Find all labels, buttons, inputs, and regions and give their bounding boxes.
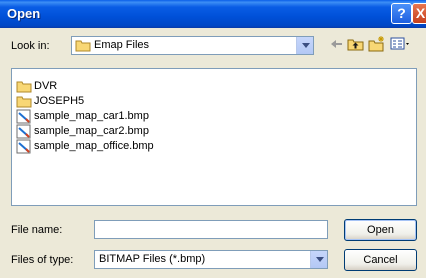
close-button[interactable]: X — [412, 3, 426, 24]
file-type-value: BITMAP Files (*.bmp) — [99, 253, 206, 265]
cancel-button[interactable]: Cancel — [344, 249, 417, 271]
help-button[interactable]: ? — [391, 3, 412, 24]
bitmap-file-icon — [16, 139, 31, 154]
list-item-label: sample_map_car2.bmp — [34, 125, 149, 137]
look-in-label: Look in: — [11, 40, 50, 52]
list-item-label: DVR — [34, 80, 58, 92]
title-bar[interactable]: Open ? X — [0, 0, 426, 28]
file-list[interactable]: DVR JOSEPH5 sample_map_car1.bmp sample_m… — [11, 68, 417, 206]
folder-icon — [75, 40, 91, 52]
open-dialog: Open ? X Look in: Emap Files DVR JOSEPH5… — [0, 0, 426, 278]
dialog-title: Open — [7, 6, 41, 21]
folder-icon — [16, 81, 32, 93]
list-item[interactable]: DVR — [16, 79, 57, 94]
file-type-label: Files of type: — [11, 254, 74, 266]
new-folder-icon[interactable] — [368, 36, 386, 52]
list-item[interactable]: JOSEPH5 — [16, 94, 84, 109]
open-button[interactable]: Open — [344, 219, 417, 241]
list-item-label: sample_map_car1.bmp — [34, 110, 149, 122]
bitmap-file-icon — [16, 109, 31, 124]
look-in-value: Emap Files — [94, 39, 150, 51]
up-folder-icon[interactable] — [347, 36, 364, 52]
file-name-label: File name: — [11, 224, 63, 236]
chevron-down-icon[interactable] — [310, 251, 327, 268]
list-item[interactable]: sample_map_car2.bmp — [16, 124, 149, 139]
bitmap-file-icon — [16, 124, 31, 139]
folder-icon — [16, 96, 32, 108]
look-in-dropdown[interactable]: Emap Files — [71, 36, 314, 55]
list-item[interactable]: sample_map_car1.bmp — [16, 109, 149, 124]
views-menu-icon[interactable] — [390, 36, 412, 52]
list-item-label: JOSEPH5 — [34, 95, 85, 107]
file-type-dropdown[interactable]: BITMAP Files (*.bmp) — [94, 250, 328, 269]
chevron-down-icon[interactable] — [296, 37, 313, 54]
file-name-input[interactable] — [94, 220, 328, 239]
list-item-label: sample_map_office.bmp — [34, 140, 154, 152]
back-arrow-icon[interactable] — [328, 36, 344, 52]
list-item[interactable]: sample_map_office.bmp — [16, 139, 154, 154]
